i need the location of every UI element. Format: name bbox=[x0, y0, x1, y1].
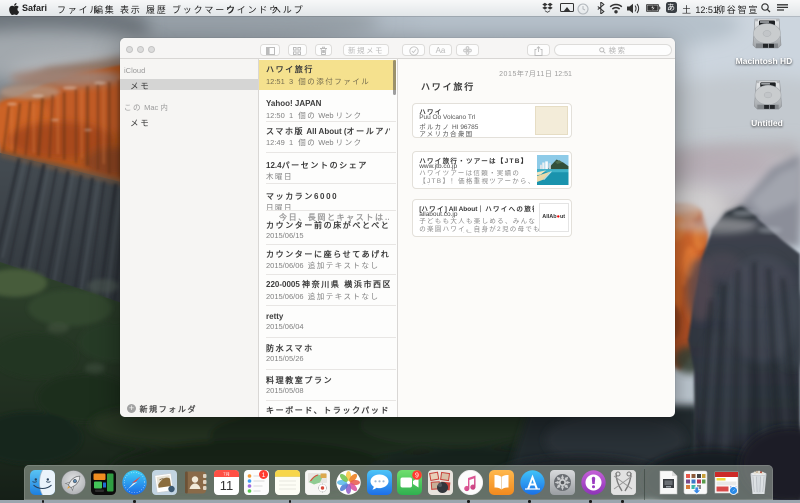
svg-text:9: 9 bbox=[415, 473, 419, 480]
svg-text:11: 11 bbox=[219, 478, 233, 493]
svg-text:1: 1 bbox=[262, 472, 266, 479]
